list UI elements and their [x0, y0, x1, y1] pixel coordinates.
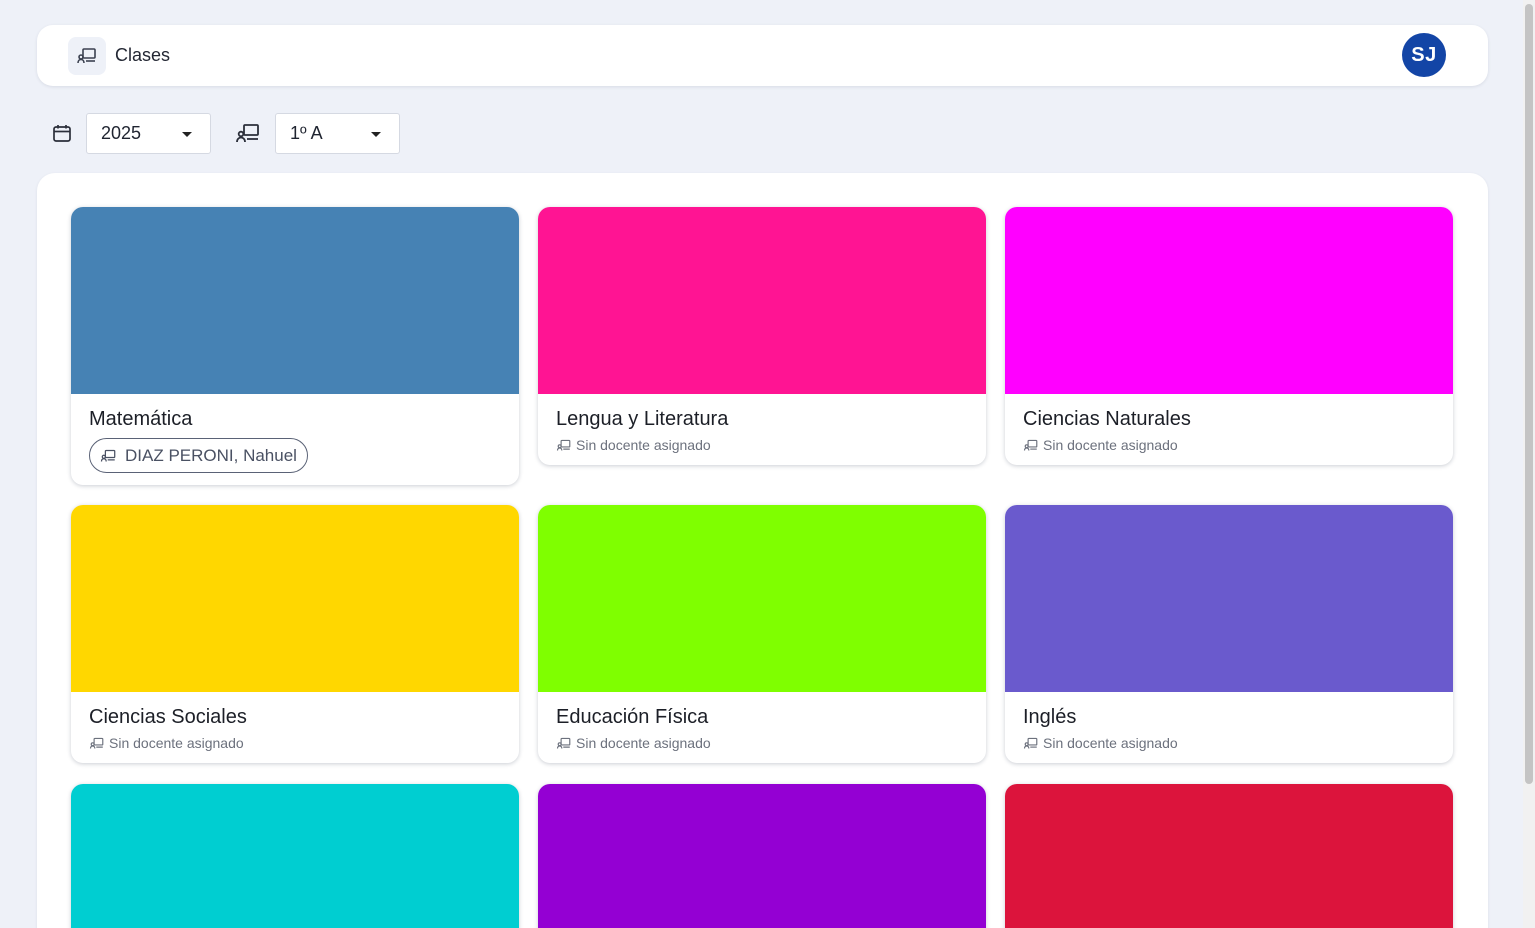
year-select[interactable]: 2025 — [86, 113, 211, 154]
class-card[interactable]: Ciencias Sociales Sin docente asignado — [71, 505, 519, 763]
page-title: Clases — [115, 45, 171, 65]
no-teacher-text: Sin docente asignado — [576, 437, 711, 453]
page: Clases SJ 2025 1º A Matemática DIAZ PERO… — [0, 0, 1535, 928]
scrollbar-thumb[interactable] — [1525, 4, 1533, 784]
no-teacher-text: Sin docente asignado — [109, 735, 244, 751]
class-card-cover — [1005, 784, 1453, 928]
top-bar: Clases SJ — [37, 25, 1488, 86]
class-card[interactable] — [1005, 784, 1453, 928]
filters-bar: 2025 1º A — [50, 113, 450, 154]
teacher-name: DIAZ PERONI, Nahuel — [125, 445, 297, 465]
calendar-icon — [52, 123, 72, 148]
class-card-title: Inglés — [1023, 706, 1077, 728]
class-card-title: Educación Física — [556, 706, 709, 728]
class-card-title: Ciencias Naturales — [1023, 408, 1191, 430]
class-card[interactable]: Inglés Sin docente asignado — [1005, 505, 1453, 763]
classes-panel: Matemática DIAZ PERONI, Nahuel Lengua y … — [37, 173, 1488, 928]
class-card-title: Ciencias Sociales — [89, 706, 247, 728]
no-teacher-text: Sin docente asignado — [1043, 735, 1178, 751]
no-teacher-label: Sin docente asignado — [556, 735, 968, 751]
class-card-title: Matemática — [89, 408, 193, 430]
classroom-icon — [1023, 737, 1038, 749]
class-card[interactable]: Lengua y Literatura Sin docente asignado — [538, 207, 986, 465]
classroom-icon — [68, 36, 106, 75]
no-teacher-label: Sin docente asignado — [89, 735, 501, 751]
chevron-down-icon — [182, 132, 192, 137]
user-avatar[interactable]: SJ — [1402, 33, 1446, 77]
class-card[interactable]: Matemática DIAZ PERONI, Nahuel — [71, 207, 519, 485]
no-teacher-label: Sin docente asignado — [1023, 735, 1435, 751]
classroom-icon — [556, 439, 571, 451]
class-card-cover — [538, 505, 986, 692]
class-card-cover — [1005, 207, 1453, 394]
division-select-value: 1º A — [290, 123, 323, 143]
class-card-cover — [538, 207, 986, 394]
class-card-title: Lengua y Literatura — [556, 408, 729, 430]
no-teacher-text: Sin docente asignado — [576, 735, 711, 751]
class-card-cover — [71, 207, 519, 394]
teacher-chip[interactable]: DIAZ PERONI, Nahuel — [89, 438, 308, 473]
scrollbar[interactable] — [1523, 0, 1535, 928]
chevron-down-icon — [371, 132, 381, 137]
class-card[interactable] — [538, 784, 986, 928]
no-teacher-label: Sin docente asignado — [556, 437, 968, 453]
classroom-icon — [100, 449, 116, 461]
class-card[interactable]: Educación Física Sin docente asignado — [538, 505, 986, 763]
class-card-cover — [538, 784, 986, 928]
class-card[interactable] — [71, 784, 519, 928]
classroom-icon — [556, 737, 571, 749]
class-card-cover — [71, 505, 519, 692]
year-select-value: 2025 — [101, 123, 142, 143]
classroom-icon — [89, 737, 104, 749]
no-teacher-text: Sin docente asignado — [1043, 437, 1178, 453]
division-select[interactable]: 1º A — [275, 113, 400, 154]
class-card-cover — [71, 784, 519, 928]
class-card-cover — [1005, 505, 1453, 692]
class-card[interactable]: Ciencias Naturales Sin docente asignado — [1005, 207, 1453, 465]
classroom-icon — [1023, 439, 1038, 451]
classroom-icon — [236, 123, 260, 148]
no-teacher-label: Sin docente asignado — [1023, 437, 1435, 453]
